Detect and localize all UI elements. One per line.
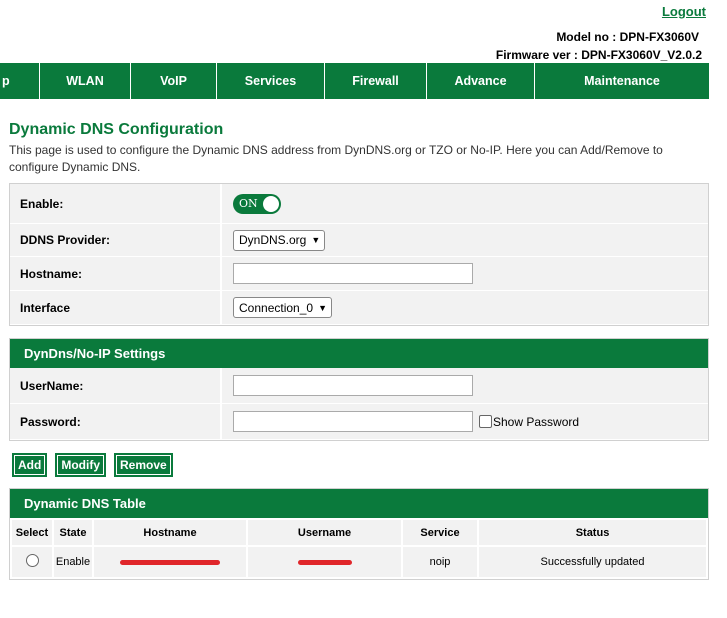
logout-link[interactable]: Logout [662, 4, 706, 19]
hostname-row: Hostname: [10, 257, 708, 291]
firmware-version: Firmware ver : DPN-FX3060V_V2.0.2 [495, 48, 702, 62]
ddns-table: Select State Hostname Username Service S… [10, 518, 708, 579]
show-password-label: Show Password [493, 414, 580, 429]
redacted-hostname [120, 560, 220, 565]
nav-item-firewall[interactable]: Firewall [325, 63, 427, 99]
provider-label: DDNS Provider: [10, 224, 222, 256]
interface-row: Interface Connection_0 ▼ [10, 291, 708, 325]
select-cell [12, 547, 52, 577]
table-header-row: Select State Hostname Username Service S… [12, 520, 706, 545]
table-row: Enable noip Successfully updated [12, 547, 706, 577]
page-title: Dynamic DNS Configuration [9, 121, 224, 138]
username-input[interactable] [233, 375, 473, 396]
col-hostname: Hostname [94, 520, 246, 545]
col-state: State [54, 520, 92, 545]
state-cell: Enable [54, 547, 92, 577]
chevron-down-icon: ▼ [318, 302, 327, 313]
provider-selected-value: DynDNS.org [239, 233, 307, 247]
hostname-label: Hostname: [10, 257, 222, 290]
interface-selected-value: Connection_0 [239, 300, 314, 315]
show-password-checkbox[interactable] [479, 415, 492, 428]
main-nav: p WLAN VoIP Services Firewall Advance Ma… [0, 63, 709, 99]
toggle-knob [263, 195, 279, 212]
enable-row: Enable: ON [10, 184, 708, 224]
ddns-form: Enable: ON DDNS Provider: DynDNS.org ▼ H… [9, 183, 709, 326]
ddns-table-panel: Dynamic DNS Table Select State Hostname … [9, 488, 709, 580]
username-row: UserName: [10, 368, 708, 404]
chevron-down-icon: ▼ [311, 235, 321, 245]
model-number: Model no : DPN-FX3060V [556, 30, 699, 44]
password-input[interactable] [233, 411, 473, 432]
col-service: Service [403, 520, 477, 545]
remove-button[interactable]: Remove [114, 453, 173, 477]
col-status: Status [479, 520, 706, 545]
status-cell: Successfully updated [479, 547, 706, 577]
interface-select[interactable]: Connection_0 ▼ [233, 297, 332, 318]
nav-item-wlan[interactable]: WLAN [40, 63, 131, 99]
redacted-username [297, 560, 352, 565]
dyndns-settings: DynDns/No-IP Settings UserName: Password… [9, 338, 709, 441]
username-cell [248, 547, 401, 577]
nav-item-partial[interactable]: p [0, 63, 40, 99]
add-button[interactable]: Add [12, 453, 48, 477]
password-row: Password: Show Password [10, 404, 708, 440]
password-label: Password: [10, 404, 222, 439]
hostname-cell [94, 547, 246, 577]
provider-row: DDNS Provider: DynDNS.org ▼ [10, 224, 708, 257]
ddns-provider-select[interactable]: DynDNS.org ▼ [233, 229, 326, 251]
service-cell: noip [403, 547, 477, 577]
nav-item-voip[interactable]: VoIP [131, 63, 217, 99]
nav-item-maintenance[interactable]: Maintenance [535, 63, 709, 99]
username-label: UserName: [10, 368, 222, 403]
enable-label: Enable: [10, 184, 222, 223]
ddns-table-title: Dynamic DNS Table [10, 489, 708, 518]
nav-item-services[interactable]: Services [217, 63, 325, 99]
hostname-input[interactable] [233, 263, 473, 284]
interface-label: Interface [10, 291, 222, 324]
page-description: This page is used to configure the Dynam… [9, 143, 663, 174]
dyndns-section-title: DynDns/No-IP Settings [10, 339, 708, 368]
enable-toggle[interactable]: ON [233, 193, 281, 214]
modify-button[interactable]: Modify [55, 453, 106, 477]
toggle-state-text: ON [239, 196, 258, 210]
col-username: Username [248, 520, 401, 545]
nav-item-advance[interactable]: Advance [427, 63, 535, 99]
row-select-radio[interactable] [25, 554, 39, 567]
col-select: Select [12, 520, 52, 545]
action-buttons: Add Modify Remove [12, 453, 181, 477]
